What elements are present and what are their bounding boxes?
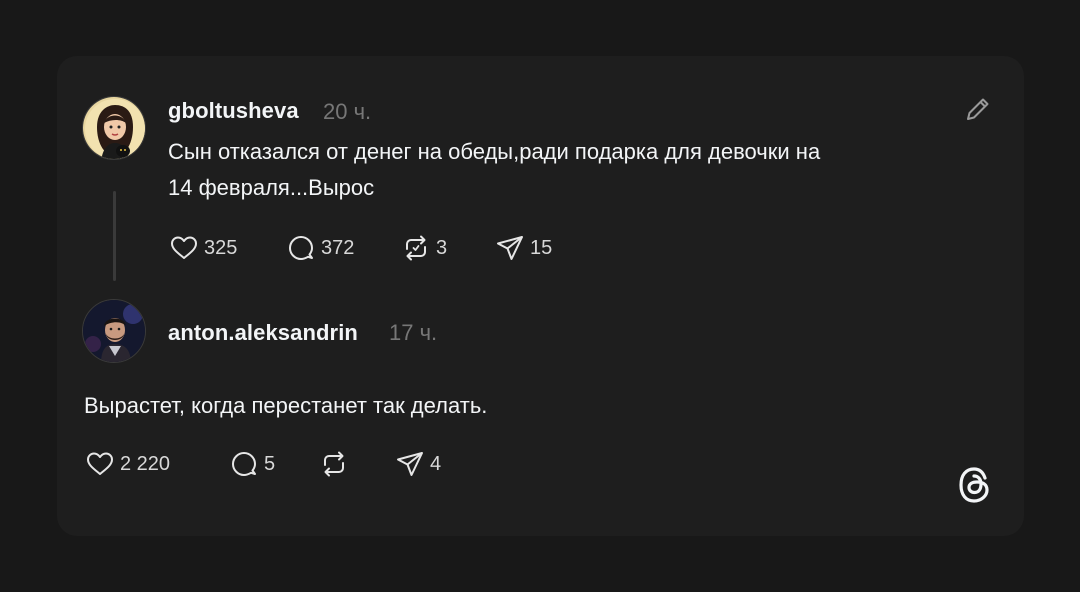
reply-share-count: 4	[430, 452, 442, 475]
post-text-line-2: 14 февраля...Вырос	[168, 175, 375, 200]
threads-logo[interactable]	[956, 464, 994, 506]
reply-repost-button[interactable]	[318, 448, 394, 480]
thread-connector-line	[113, 191, 116, 281]
post-text-line-1: Сын отказался от денег на обеды,ради под…	[168, 139, 821, 164]
reply-count: 372	[321, 236, 355, 259]
reply-text: Вырастет, когда перестанет так делать.	[84, 393, 488, 418]
avatar-gboltusheva[interactable]	[82, 96, 146, 160]
threads-post-card: gboltusheva 20 ч. Сын отказался от денег…	[57, 56, 1024, 536]
heart-icon	[87, 452, 113, 475]
reply-comment-button[interactable]: 5	[228, 448, 318, 480]
avatar-image	[83, 97, 145, 159]
post-text: Сын отказался от денег на обеды,ради под…	[168, 134, 820, 206]
reply-actions: 2 220 5 4	[84, 448, 441, 480]
share-button[interactable]: 15	[494, 232, 552, 264]
repost-icon	[324, 451, 344, 477]
repost-icon	[406, 235, 426, 261]
reply-like-count: 2 220	[120, 452, 171, 475]
reply-share-button[interactable]: 4	[394, 448, 441, 480]
pencil-icon	[967, 98, 989, 120]
like-button[interactable]: 325	[168, 232, 285, 264]
avatar-anton-aleksandrin[interactable]	[82, 299, 146, 363]
post-timestamp[interactable]: 20 ч.	[323, 99, 371, 125]
post-actions: 325 372 3 15	[168, 232, 552, 264]
reply-username[interactable]: anton.aleksandrin	[168, 320, 358, 346]
reply-comment-count: 5	[264, 452, 276, 475]
reply-button[interactable]: 372	[285, 232, 400, 264]
repost-button[interactable]: 3	[400, 232, 494, 264]
reply-like-button[interactable]: 2 220	[84, 448, 228, 480]
comment-bubble-icon	[232, 452, 256, 476]
comment-bubble-icon	[289, 236, 313, 260]
send-icon	[497, 236, 523, 260]
heart-icon	[171, 236, 197, 259]
reply-timestamp[interactable]: 17 ч.	[389, 320, 437, 346]
share-count: 15	[530, 236, 553, 259]
send-icon	[397, 452, 423, 476]
post-username[interactable]: gboltusheva	[168, 98, 299, 124]
like-count: 325	[204, 236, 238, 259]
threads-logo-icon	[959, 467, 989, 503]
avatar-image	[83, 300, 145, 362]
repost-count: 3	[436, 236, 448, 259]
edit-button[interactable]	[963, 94, 993, 124]
